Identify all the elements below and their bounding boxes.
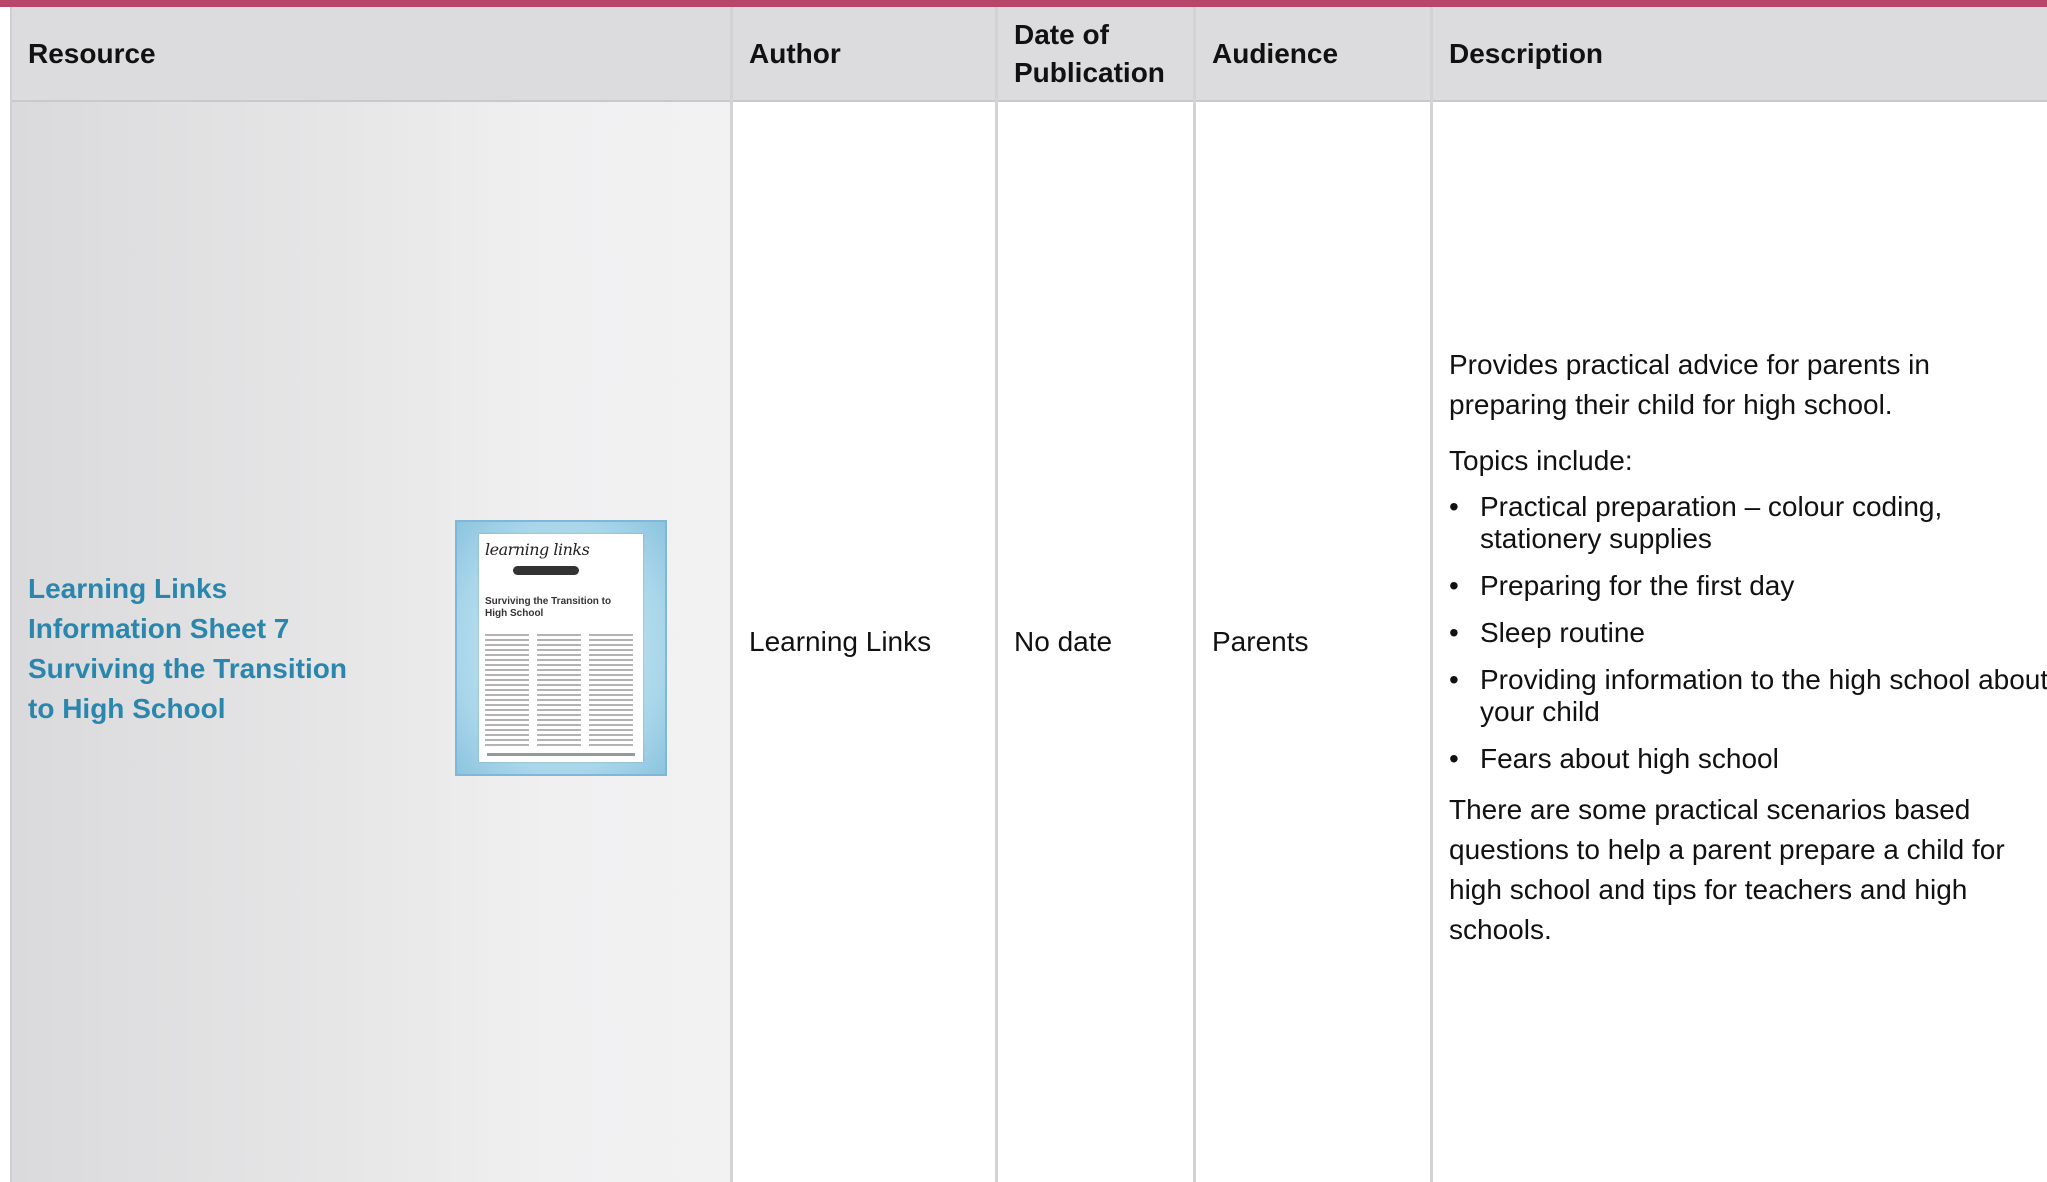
author-cell: Learning Links xyxy=(749,626,932,657)
topics-label: Topics include: xyxy=(1449,445,1633,476)
bullet-icon: • xyxy=(1449,743,1459,774)
resource-thumbnail[interactable]: learning links Surviving the Transition … xyxy=(455,520,667,776)
topics-list: • Practical preparation – colour coding, … xyxy=(1449,491,2047,775)
column-divider xyxy=(1193,7,1196,1182)
resource-cell: Learning Links Information Sheet 7 Survi… xyxy=(12,102,730,1182)
description-intro: Provides practical advice for parents in… xyxy=(1449,349,1930,420)
column-divider xyxy=(730,7,733,1182)
thumbnail-brand: learning links xyxy=(485,540,590,559)
thumbnail-text-column xyxy=(589,634,633,746)
resource-title-line: Learning Links xyxy=(28,573,228,604)
resource-title-line: to High School xyxy=(28,693,226,724)
bullet-icon: • xyxy=(1449,617,1459,648)
topic-text: Sleep routine xyxy=(1480,617,1646,648)
resource-title-line: Information Sheet 7 xyxy=(28,613,290,644)
description-closing: There are some practical scenarios based… xyxy=(1449,794,2005,945)
topic-text: Fears about high school xyxy=(1480,743,1779,774)
thumbnail-page: learning links Surviving the Transition … xyxy=(479,534,643,762)
resource-table: Resource Author Date of Publication Audi… xyxy=(10,7,2047,1182)
list-item: • Preparing for the first day xyxy=(1449,570,2047,602)
thumbnail-headline: Surviving the Transition to High School xyxy=(485,596,612,619)
header-description: Description xyxy=(1449,37,1604,69)
thumbnail-text-column xyxy=(537,634,581,746)
resource-title-line: Surviving the Transition xyxy=(28,653,347,684)
bullet-icon: • xyxy=(1449,491,1459,522)
header-date-of-publication: Date of Publication xyxy=(1014,18,1165,88)
header-resource: Resource xyxy=(28,37,156,69)
header-audience: Audience xyxy=(1212,37,1339,69)
bullet-icon: • xyxy=(1449,570,1459,601)
date-cell: No date xyxy=(1014,626,1113,657)
column-divider xyxy=(995,7,998,1182)
list-item: • Sleep routine xyxy=(1449,617,2047,649)
thumbnail-text-column xyxy=(485,634,529,746)
audience-cell: Parents xyxy=(1212,626,1309,657)
resource-title-link[interactable]: Learning Links Information Sheet 7 Survi… xyxy=(28,569,388,729)
topic-text: Preparing for the first day xyxy=(1480,570,1795,601)
thumbnail-banner xyxy=(513,566,579,575)
table-row: Learning Links Information Sheet 7 Survi… xyxy=(12,102,2047,1182)
column-divider xyxy=(1430,7,1433,1182)
bullet-icon: • xyxy=(1449,664,1459,695)
list-item: • Providing information to the high schoo… xyxy=(1449,664,2047,728)
topic-text: Practical preparation – colour coding, s… xyxy=(1480,491,1943,554)
top-accent-bar xyxy=(0,0,2047,7)
header-author: Author xyxy=(749,37,841,69)
topic-text: Providing information to the high school… xyxy=(1480,664,2047,727)
table-header-row: Resource Author Date of Publication Audi… xyxy=(12,7,2047,102)
thumbnail-footer xyxy=(487,753,635,756)
description-cell: Provides practical advice for parents in… xyxy=(1449,345,2047,950)
list-item: • Practical preparation – colour coding, … xyxy=(1449,491,2047,555)
list-item: • Fears about high school xyxy=(1449,743,2047,775)
